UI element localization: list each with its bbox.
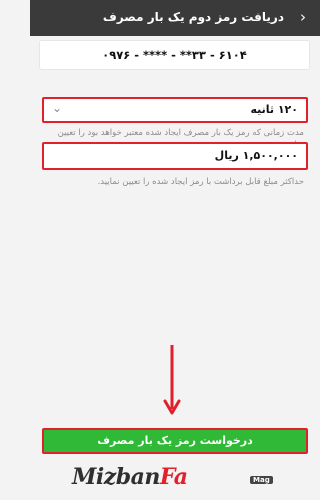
request-otp-button[interactable]: درخواست رمز یک بار مصرف: [42, 428, 308, 454]
top-bar: ‹ دریافت رمز دوم یک بار مصرف: [30, 0, 320, 36]
back-chevron-icon[interactable]: ‹: [300, 8, 306, 26]
watermark-brand: MizbanFa: [72, 464, 188, 490]
chevron-down-icon[interactable]: ⌄: [52, 101, 62, 115]
watermark-logo: MizbanFa Mag: [30, 460, 320, 500]
red-down-arrow-icon: [163, 345, 181, 415]
card-number-text: ۶۱۰۴ - ۳۳** - **** - ۰۹۷۶: [102, 48, 247, 62]
page-title: دریافت رمز دوم یک بار مصرف: [102, 10, 284, 24]
amount-hint: حداکثر مبلغ قابل برداشت با رمز ایجاد شده…: [97, 177, 304, 187]
validity-duration-select[interactable]: ۱۲۰ ثانیه ⌄: [42, 97, 308, 123]
amount-value: ۱,۵۰۰,۰۰۰ ریال: [214, 149, 298, 162]
card-number-display: ۶۱۰۴ - ۳۳** - **** - ۰۹۷۶: [40, 41, 309, 69]
validity-duration-value: ۱۲۰ ثانیه: [250, 103, 298, 116]
amount-field[interactable]: ۱,۵۰۰,۰۰۰ ریال: [42, 142, 308, 170]
watermark-tag: Mag: [250, 476, 273, 484]
